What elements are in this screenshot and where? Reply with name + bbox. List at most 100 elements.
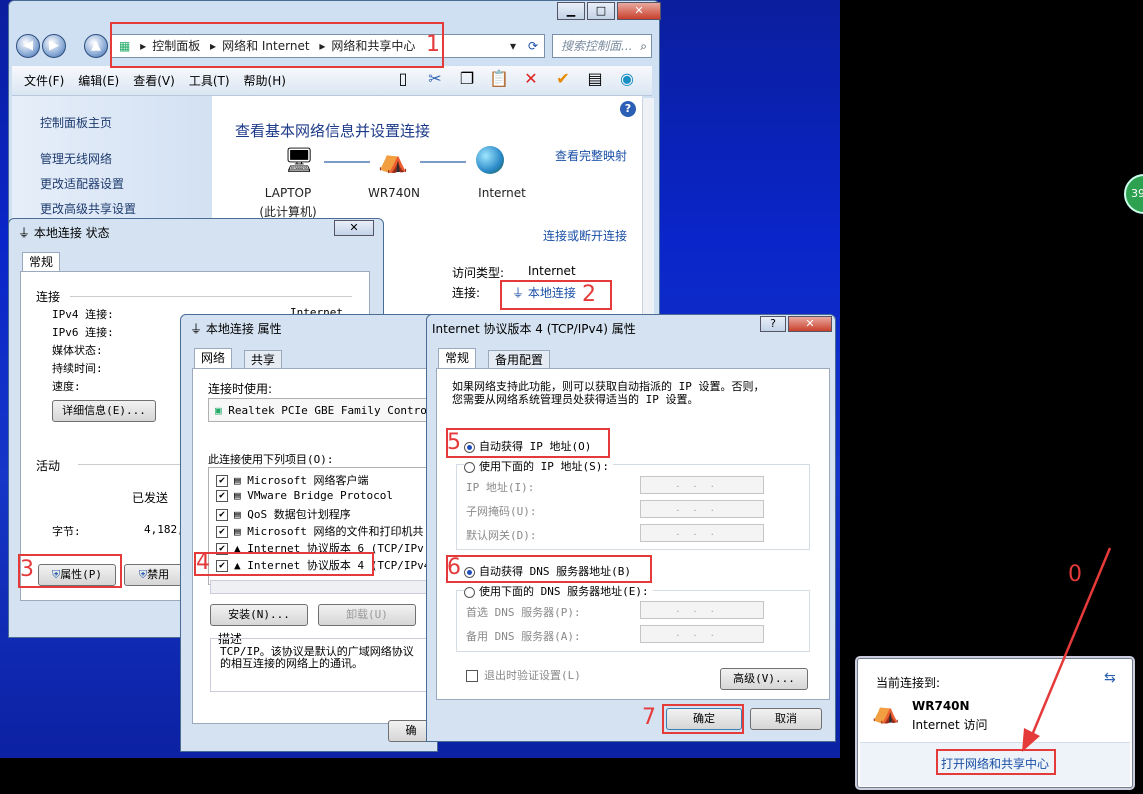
section-heading: 活动 [36, 459, 61, 473]
network-name: WR740N [912, 699, 970, 713]
list-item-label: Microsoft 网络客户端 [247, 474, 369, 487]
minimize-button[interactable]: ▁ [557, 2, 585, 20]
details-button[interactable]: 详细信息(E)... [52, 400, 156, 422]
list-item-label: QoS 数据包计划程序 [247, 508, 351, 521]
preferred-dns-field: ... [640, 601, 764, 619]
checkbox[interactable]: ✔ [216, 526, 228, 538]
horizontal-scrollbar[interactable] [210, 580, 436, 594]
list-item[interactable]: ✔ ▤ QoS 数据包计划程序 [216, 506, 351, 522]
check-icon[interactable]: ✔ [552, 68, 574, 90]
status-row-label: 媒体状态: [52, 344, 103, 357]
intro-text: 如果网络支持此功能，则可以获取自动指派的 IP 设置。否则， 您需要从网络系统管… [452, 380, 765, 406]
close-button[interactable]: ✕ [788, 316, 832, 332]
toolbar: ▯ ✂ ❐ 📋 ✕ ✔ ▤ ◉ [392, 68, 648, 90]
link-line [420, 161, 466, 163]
validate-label: 退出时验证设置(L) [484, 669, 581, 682]
menu-edit[interactable]: 编辑(E) [78, 72, 119, 89]
annotation-number: 6 [447, 555, 461, 580]
page-icon[interactable]: ▯ [392, 68, 414, 90]
plug-icon: ⏚ [18, 226, 31, 240]
disable-button[interactable]: ⛨禁用 [124, 564, 184, 586]
menu-help[interactable]: 帮助(H) [244, 72, 286, 89]
help-button[interactable]: ? [760, 316, 786, 332]
search-icon[interactable]: ⌕ [640, 35, 647, 57]
copy-icon[interactable]: ❐ [456, 68, 478, 90]
list-item-label: Microsoft 网络的文件和打印机共 [247, 525, 424, 538]
alternate-dns-field: ... [640, 625, 764, 643]
checkbox[interactable]: ✔ [216, 509, 228, 521]
dialog-title: ⏚ 本地连接 属性 [190, 320, 282, 337]
sidebar-item-home[interactable]: 控制面板主页 [40, 114, 112, 131]
gateway-field: ... [640, 524, 764, 542]
subnet-mask-field: ... [640, 500, 764, 518]
sidebar-item-wireless[interactable]: 管理无线网络 [40, 150, 112, 167]
internet-globe-icon [476, 146, 504, 174]
props-dialog-title: 本地连接 属性 [205, 322, 282, 336]
sent-label: 已发送 [132, 491, 169, 505]
radio-unselected[interactable] [464, 461, 475, 473]
service-icon: ▤ [234, 525, 241, 538]
close-button[interactable]: ✕ [617, 2, 661, 20]
menu-view[interactable]: 查看(V) [133, 72, 175, 89]
menu-file[interactable]: 文件(F) [24, 72, 64, 89]
subnet-mask-label: 子网掩码(U): [466, 505, 537, 518]
connect-disconnect-link[interactable]: 连接或断开连接 [543, 227, 627, 244]
up-icon[interactable]: ▲ [84, 34, 108, 58]
tab-general[interactable]: 常规 [438, 348, 477, 368]
list-item[interactable]: ✔ ▤ VMware Bridge Protocol [216, 489, 393, 502]
divider [78, 464, 188, 465]
list-item[interactable]: ✔ ▤ Microsoft 网络客户端 [216, 472, 368, 488]
paste-icon[interactable]: 📋 [488, 68, 510, 90]
tab-alternate[interactable]: 备用配置 [488, 350, 551, 370]
back-icon[interactable]: ◀ [16, 34, 40, 58]
annotation-number: 3 [20, 557, 34, 582]
bytes-value: 4,182, [144, 523, 184, 536]
service-icon: ▤ [234, 508, 241, 521]
list-item-label: VMware Bridge Protocol [247, 489, 393, 502]
tab-sharing[interactable]: 共享 [244, 350, 283, 370]
annotation-number: 1 [426, 32, 440, 57]
node-label: LAPTOP [264, 186, 312, 200]
cut-icon[interactable]: ✂ [424, 68, 446, 90]
annotation-box-5 [446, 428, 610, 458]
help-icon[interactable]: ? [620, 101, 636, 117]
network-status: Internet 访问 [912, 718, 988, 732]
chevron-down-icon[interactable]: ▾ [510, 35, 516, 57]
forward-icon[interactable]: ▶ [42, 34, 66, 58]
client-icon: ▤ [234, 474, 241, 487]
checkbox[interactable]: ✔ [216, 490, 228, 502]
close-button[interactable]: ✕ [334, 220, 374, 236]
checkbox[interactable]: ✔ [216, 475, 228, 487]
cancel-button[interactable]: 取消 [750, 708, 822, 730]
full-map-link[interactable]: 查看完整映射 [555, 147, 627, 164]
tab-general[interactable]: 常规 [22, 252, 61, 272]
radio-unselected[interactable] [464, 586, 475, 598]
status-dialog-title: 本地连接 状态 [33, 226, 110, 240]
manual-dns-option[interactable]: 使用下面的 DNS 服务器地址(E): [464, 583, 653, 599]
node-label: Internet [478, 186, 526, 200]
computer-icon: 🖥 [284, 146, 315, 174]
advanced-button[interactable]: 高级(V)... [720, 668, 808, 690]
maximize-button[interactable]: □ [587, 2, 615, 20]
delete-icon[interactable]: ✕ [520, 68, 542, 90]
properties-icon[interactable]: ▤ [584, 68, 606, 90]
search-input[interactable]: 搜索控制面... ⌕ [552, 34, 652, 58]
list-item[interactable]: ✔ ▤ Microsoft 网络的文件和打印机共 [216, 523, 436, 539]
tray-heading: 当前连接到: [876, 676, 941, 690]
globe-icon[interactable]: ◉ [616, 68, 638, 90]
annotation-box-7 [662, 704, 744, 734]
refresh-icon[interactable]: ⟳ [528, 35, 538, 57]
manual-ip-option[interactable]: 使用下面的 IP 地址(S): [464, 458, 613, 474]
dialog-title: ⏚ 本地连接 状态 [18, 224, 110, 241]
status-row-label: 速度: [52, 380, 81, 393]
sidebar-item-sharing[interactable]: 更改高级共享设置 [40, 200, 136, 217]
menu-tools[interactable]: 工具(T) [189, 72, 230, 89]
tab-network[interactable]: 网络 [194, 348, 233, 368]
page-title: 查看基本网络信息并设置连接 [235, 122, 431, 140]
annotation-number: 7 [642, 705, 656, 730]
sidebar-item-adapter[interactable]: 更改适配器设置 [40, 175, 124, 192]
disable-button-label: 禁用 [147, 568, 170, 581]
annotation-number: 4 [196, 550, 210, 575]
install-button[interactable]: 安装(N)... [210, 604, 308, 626]
annotation-number: 2 [582, 282, 596, 307]
